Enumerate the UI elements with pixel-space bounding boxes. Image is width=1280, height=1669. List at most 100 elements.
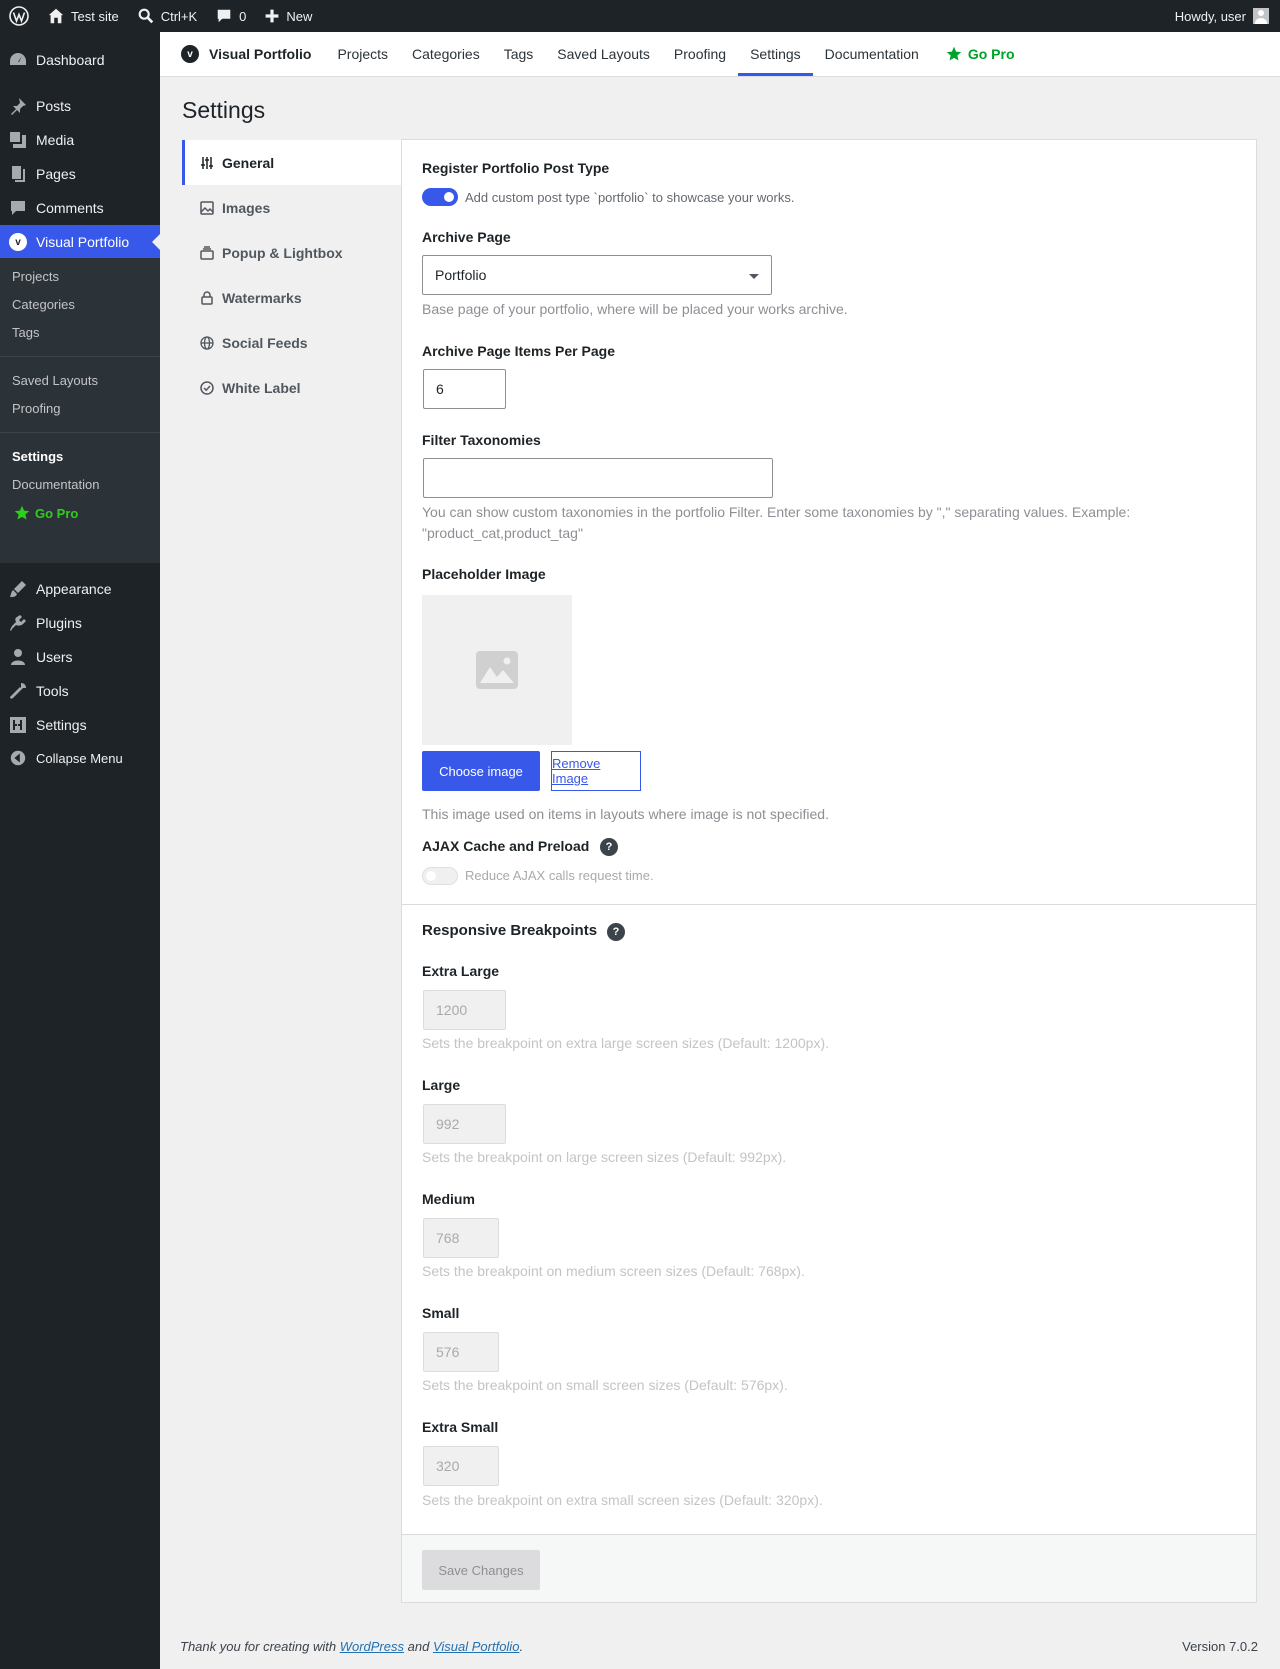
new-content-button[interactable]: New: [255, 0, 321, 32]
ajax-cache-toggle[interactable]: [422, 867, 458, 885]
submenu-go-pro[interactable]: Go Pro: [14, 505, 78, 521]
menu-label-appearance: Appearance: [36, 581, 112, 597]
save-changes-button[interactable]: Save Changes: [422, 1550, 540, 1590]
breakpoint-xs-desc: Sets the breakpoint on extra small scree…: [422, 1492, 823, 1508]
breakpoint-xl-input[interactable]: 1200: [423, 990, 506, 1030]
section-divider: [402, 904, 1256, 905]
tab-popup-lightbox[interactable]: Popup & Lightbox: [182, 230, 402, 275]
avatar: [1253, 8, 1269, 24]
search-icon: [138, 8, 153, 24]
tab-watermarks[interactable]: Watermarks: [182, 275, 402, 320]
footer-wordpress-link[interactable]: WordPress: [340, 1639, 404, 1654]
submenu-tags[interactable]: Tags: [12, 325, 39, 340]
menu-item-pages[interactable]: Pages: [0, 157, 160, 191]
menu-item-plugins[interactable]: Plugins: [0, 606, 160, 640]
plus-icon: [266, 9, 279, 23]
menu-item-visual-portfolio[interactable]: v Visual Portfolio: [0, 225, 160, 259]
tab-popup-label: Popup & Lightbox: [222, 244, 343, 261]
tab-general[interactable]: General: [182, 140, 402, 185]
menu-item-posts[interactable]: Posts: [0, 89, 160, 123]
breakpoint-md-desc: Sets the breakpoint on medium screen siz…: [422, 1263, 805, 1279]
submenu-documentation[interactable]: Documentation: [12, 477, 99, 492]
collapse-menu-button[interactable]: Collapse Menu: [0, 741, 160, 775]
choose-image-button[interactable]: Choose image: [422, 751, 540, 791]
tab-social-feeds[interactable]: Social Feeds: [182, 320, 402, 365]
nav-categories[interactable]: Categories: [400, 32, 492, 76]
page-title: Settings: [182, 97, 266, 123]
visual-portfolio-icon: v: [9, 233, 27, 251]
user-account-menu[interactable]: Howdy, user: [1175, 8, 1280, 24]
menu-label-dashboard: Dashboard: [36, 52, 105, 68]
submenu-settings[interactable]: Settings: [12, 449, 63, 464]
breakpoint-sm-desc: Sets the breakpoint on small screen size…: [422, 1377, 788, 1393]
breakpoint-md-label: Medium: [422, 1191, 475, 1207]
submenu-proofing[interactable]: Proofing: [12, 401, 60, 416]
breakpoint-sm-input[interactable]: 576: [423, 1332, 499, 1372]
remove-image-button[interactable]: Remove Image: [551, 751, 641, 791]
site-name-link[interactable]: Test site: [38, 0, 128, 32]
breakpoint-xl-label: Extra Large: [422, 963, 500, 979]
submenu-projects[interactable]: Projects: [12, 269, 59, 284]
nav-settings[interactable]: Settings: [738, 32, 813, 76]
plugin-nav: Projects Categories Tags Saved Layouts P…: [325, 32, 1026, 76]
nav-proofing[interactable]: Proofing: [662, 32, 738, 76]
command-palette-button[interactable]: Ctrl+K: [128, 0, 206, 32]
submenu-separator: [0, 432, 160, 433]
visual-portfolio-submenu: Projects Categories Tags Saved Layouts P…: [0, 258, 160, 563]
breakpoint-xs-input[interactable]: 320: [423, 1446, 499, 1486]
register-post-type-label: Register Portfolio Post Type: [422, 160, 610, 176]
tab-images[interactable]: Images: [182, 185, 402, 230]
menu-item-tools[interactable]: Tools: [0, 674, 160, 708]
tab-white-label[interactable]: White Label: [182, 365, 402, 410]
menu-item-dashboard[interactable]: Dashboard: [0, 43, 160, 77]
comments-icon: [11, 201, 25, 215]
breakpoint-md-value: 768: [436, 1230, 460, 1246]
paintbrush-icon: [10, 581, 26, 597]
footer-thanks: Thank you for creating with WordPress an…: [180, 1639, 523, 1654]
nav-go-pro[interactable]: Go Pro: [934, 32, 1027, 76]
lock-icon: [201, 290, 213, 305]
visual-portfolio-logo-icon: v: [181, 45, 199, 63]
menu-item-appearance[interactable]: Appearance: [0, 572, 160, 606]
placeholder-image-preview: [422, 595, 572, 745]
breakpoint-md-input[interactable]: 768: [423, 1218, 499, 1258]
nav-documentation[interactable]: Documentation: [813, 32, 931, 76]
archive-page-select[interactable]: Portfolio: [422, 255, 772, 295]
submenu-go-pro-label: Go Pro: [35, 505, 79, 521]
breakpoint-lg-desc: Sets the breakpoint on large screen size…: [422, 1149, 787, 1165]
breakpoints-title: Responsive Breakpoints: [422, 922, 598, 939]
register-post-type-toggle[interactable]: [422, 188, 458, 206]
nav-projects[interactable]: Projects: [325, 32, 400, 76]
breakpoint-xs-label: Extra Small: [422, 1419, 499, 1435]
comments-link[interactable]: 0: [206, 0, 255, 32]
breakpoint-lg-input[interactable]: 992: [423, 1104, 506, 1144]
footer-visual-portfolio-link[interactable]: Visual Portfolio: [433, 1639, 519, 1654]
footer-and: and: [407, 1639, 430, 1654]
wrench-icon: [10, 683, 26, 699]
menu-item-comments[interactable]: Comments: [0, 191, 160, 225]
items-per-page-value: 6: [436, 381, 444, 397]
wordpress-logo-button[interactable]: [0, 0, 38, 32]
menu-item-settings[interactable]: Settings: [0, 708, 160, 742]
submenu-categories[interactable]: Categories: [12, 297, 75, 312]
footer-version: Version 7.0.2: [1182, 1639, 1258, 1654]
menu-item-media[interactable]: Media: [0, 123, 160, 157]
nav-saved-layouts[interactable]: Saved Layouts: [545, 32, 662, 76]
filter-taxonomies-input[interactable]: [423, 458, 773, 498]
items-per-page-input[interactable]: 6: [423, 369, 506, 409]
collapse-arrow-icon: [10, 750, 26, 766]
menu-label-plugins: Plugins: [36, 615, 82, 631]
ajax-cache-help-icon[interactable]: ?: [600, 838, 618, 856]
sliders-icon: [201, 156, 213, 169]
comments-count: 0: [239, 8, 247, 24]
site-name: Test site: [71, 8, 119, 24]
plugin-brand[interactable]: v Visual Portfolio: [160, 32, 325, 76]
submenu-saved-layouts[interactable]: Saved Layouts: [12, 373, 98, 388]
breakpoints-help-icon[interactable]: ?: [607, 923, 625, 941]
wordpress-icon: [9, 6, 29, 26]
breakpoint-xl-value: 1200: [436, 1002, 468, 1018]
save-bar: Save Changes: [402, 1534, 1256, 1602]
breakpoint-lg-label: Large: [422, 1077, 461, 1093]
menu-item-users[interactable]: Users: [0, 640, 160, 674]
nav-tags[interactable]: Tags: [492, 32, 546, 76]
